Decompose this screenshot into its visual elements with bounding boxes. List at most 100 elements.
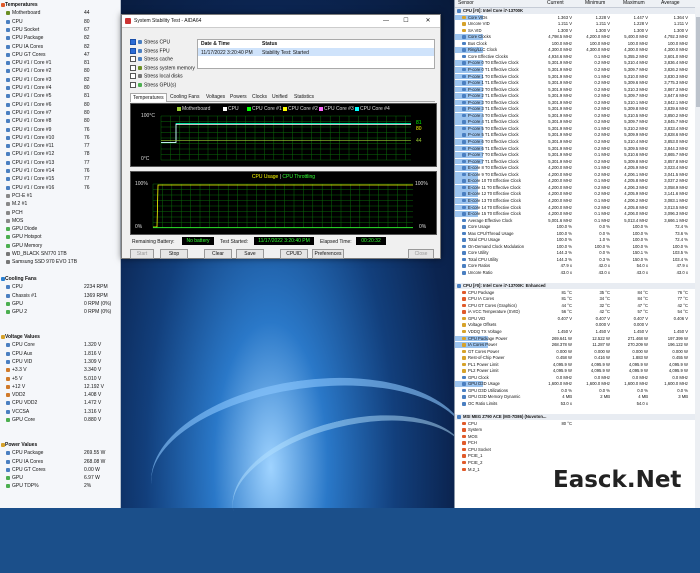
sensor-row[interactable]: M.2 #1: [0, 201, 120, 207]
sensor-row[interactable]: VCCSA 1.316 V: [0, 409, 120, 415]
sensor-row[interactable]: Total CPU Utility 144.3 % 0.3 % 150.0 % 103.…: [455, 257, 695, 263]
close-button[interactable]: Close: [408, 249, 434, 259]
sensor-row[interactable]: CPU IA Cores 82: [0, 44, 120, 50]
checkbox-checked-icon[interactable]: [130, 39, 136, 45]
sensor-row[interactable]: PCH: [0, 210, 120, 216]
tab-clocks[interactable]: Clocks: [250, 93, 269, 101]
sensor-row[interactable]: E-core 9 T0 Effective Clock 4,200.0 MHz 0.…: [455, 171, 695, 178]
sensor-row[interactable]: P-core 4 T1 Effective Clock 5,301.9 MHz 0.…: [455, 119, 695, 126]
sensor-row[interactable]: E-core 14 T0 Effective Clock 4,200.0 MHz 0…: [455, 204, 695, 211]
save-button[interactable]: Save: [236, 249, 264, 259]
sensor-row[interactable]: VDDQ TX Voltage 1.450 V 1.450 V 1.450 V 1.45…: [455, 329, 695, 335]
sensor-row[interactable]: IA Cores Power 268.378 W 11.287 W 270.209 W…: [455, 342, 695, 348]
checkbox-unchecked-icon[interactable]: [130, 81, 136, 88]
sensor-row[interactable]: CPU Package 81 °C 35 °C 84 °C 76 °C: [455, 290, 695, 296]
sensor-row[interactable]: GPU Clock 0.0 MHz 0.0 MHz 0.0 MHz 0.0 MHz: [455, 375, 695, 381]
sensor-row[interactable]: E-core 8 T0 Effective Clock 4,200.0 MHz 0.…: [455, 165, 695, 171]
scrollbar-thumb[interactable]: [696, 17, 700, 107]
sensor-row[interactable]: Core Usage 100.0 % 0.0 % 100.0 % 72.4 %: [455, 224, 695, 230]
sensor-row[interactable]: CPU VDD2 1.472 V: [0, 400, 120, 406]
sensor-row[interactable]: +5 V 5.010 V: [0, 376, 120, 382]
sensor-row[interactable]: P-core 5 T1 Effective Clock 5,301.9 MHz 0.…: [455, 132, 695, 139]
sensor-row[interactable]: PL2 Power Limit 4,095.9 W 4,095.9 W 4,095.9…: [455, 368, 695, 374]
col-sensor[interactable]: Sensor: [458, 0, 474, 7]
sensor-row[interactable]: Uncore VID 1.211 V 1.211 V 1.228 V 1.211 V: [455, 21, 695, 27]
sensor-row[interactable]: CPU #1 / Core #12 78: [0, 151, 120, 157]
sensor-row[interactable]: Total CPU Usage 100.0 % 1.0 % 100.0 % 72.4 %: [455, 237, 695, 243]
sensor-row[interactable]: Ring/LLC Clock 4,300.0 MHz 4,300.0 MHz 4,30…: [455, 47, 695, 54]
preferences-button[interactable]: Preferences: [312, 249, 344, 259]
sensor-row[interactable]: Core Effective Clocks 4,934.6 MHz 0.1 MHz 5…: [455, 54, 695, 60]
window-titlebar[interactable]: System Stability Test - AIDA64 — ☐ ✕: [122, 15, 440, 28]
sensor-row[interactable]: CPU Package Power 269.641 W 12.522 W 271.46…: [455, 335, 695, 342]
sensor-row[interactable]: Max CPU/Thread Usage 100.0 % 0.0 % 100.0 % 7…: [455, 231, 695, 237]
sensor-row[interactable]: CPU IA Cores 268.08 W: [0, 459, 120, 465]
sensor-row[interactable]: OC Ratio Limits 53.0 x 54.0 x: [455, 401, 695, 407]
sensor-row[interactable]: PCI-E #1: [0, 193, 120, 199]
checkbox-unchecked-icon[interactable]: [130, 64, 136, 71]
clear-button[interactable]: Clear: [204, 249, 232, 259]
sensor-row[interactable]: +3.3 V 3.340 V: [0, 367, 120, 373]
sensor-row[interactable]: P-core 3 T1 Effective Clock 5,301.9 MHz 0.…: [455, 106, 695, 112]
stress-option[interactable]: Stress CPU: [130, 39, 170, 46]
sensor-row[interactable]: CPU Socket: [455, 447, 695, 453]
sensor-row[interactable]: GPU D3D Usage 1,600.0 MHz 1,600.0 MHz 1,600…: [455, 381, 695, 388]
col-minimum[interactable]: Minimum: [585, 0, 605, 7]
sensor-row[interactable]: CPU #1 / Core #14 76: [0, 168, 120, 174]
sensor-row[interactable]: CPU GT Cores (Graphics) 44 °C 32 °C 47 °C 42…: [455, 303, 695, 309]
sensor-row[interactable]: CPU #1 / Core #7 80: [0, 110, 120, 116]
sensor-row[interactable]: P-core 1 T0 Effective Clock 5,301.9 MHz 0.…: [455, 73, 695, 80]
tab-voltages[interactable]: Voltages: [204, 93, 227, 101]
sensor-row[interactable]: CPU #1 / Core #9 76: [0, 127, 120, 133]
sensor-row[interactable]: Samsung SSD 970 EVO 1TB: [0, 259, 120, 265]
checkbox-unchecked-icon[interactable]: [130, 73, 136, 79]
sensor-row[interactable]: System: [455, 427, 695, 433]
maximize-button[interactable]: ☐: [398, 16, 414, 26]
start-button[interactable]: Start: [130, 249, 154, 259]
sensor-row[interactable]: CPU #1 / Core #3 82: [0, 77, 120, 83]
sensor-row[interactable]: CPU #1 / Core #5 81: [0, 93, 120, 99]
sensor-row[interactable]: MOS: [455, 434, 695, 440]
sensor-row[interactable]: Core Clocks 4,798.5 MHz 4,200.0 MHz 5,400.0…: [455, 34, 695, 40]
sensor-row[interactable]: Voltage Offsets 0.000 V 0.000 V: [455, 322, 695, 328]
sensor-row[interactable]: CPU VID 1.309 V: [0, 359, 120, 365]
stress-option[interactable]: Stress GPU(s): [130, 81, 176, 89]
stress-option[interactable]: Stress local disks: [130, 73, 183, 80]
stress-option[interactable]: Stress FPU: [130, 47, 170, 55]
sensor-row[interactable]: P-core 4 T0 Effective Clock 5,301.9 MHz 0.…: [455, 112, 695, 119]
sensor-section[interactable]: Temperatures: [0, 2, 120, 8]
checkbox-checked-icon[interactable]: [130, 47, 136, 54]
sensor-row[interactable]: CPU #1 / Core #2 80: [0, 68, 120, 74]
sensor-row[interactable]: On-Demand Clock Modulation 100.0 % 100.0 %…: [455, 244, 695, 250]
col-current[interactable]: Current: [547, 0, 564, 7]
sensor-row[interactable]: CPU IA Cores 81 °C 34 °C 84 °C 77 °C: [455, 296, 695, 302]
sensor-row[interactable]: CPU Core 1.320 V: [0, 342, 120, 348]
sensor-row[interactable]: CPU #1 / Core #4 80: [0, 85, 120, 91]
sensor-row[interactable]: GPU 2 0 RPM (0%): [0, 309, 120, 315]
sensor-row[interactable]: GPU VID 0.407 V 0.407 V 0.407 V 0.406 V: [455, 316, 695, 322]
sensor-row[interactable]: GPU D3D Memory Dynamic 4 MB 2 MB 4 MB 3 MB: [455, 394, 695, 400]
sensor-row[interactable]: iA VCC Temperature (SVID) 56 °C 42 °C 57 °C…: [455, 309, 695, 315]
sensor-row[interactable]: P-core 0 T1 Effective Clock 5,301.9 MHz 0.…: [455, 66, 695, 73]
sensor-row[interactable]: CPU 2234 RPM: [0, 284, 120, 290]
sensor-row[interactable]: CPU Aux 1.816 V: [0, 351, 120, 357]
sensor-row[interactable]: E-core 12 T0 Effective Clock 4,200.0 MHz 0…: [455, 191, 695, 198]
sensor-row[interactable]: P-core 5 T0 Effective Clock 5,301.9 MHz 0.…: [455, 125, 695, 132]
sensor-row[interactable]: CPU #1 / Core #16 76: [0, 185, 120, 191]
sensor-row[interactable]: P-core 2 T1 Effective Clock 5,301.9 MHz 0.…: [455, 93, 695, 99]
sensor-row[interactable]: Bus Clock 100.0 MHz 100.0 MHz 100.0 MHz 100.…: [455, 41, 695, 47]
sensor-row[interactable]: GPU TDP% 2%: [0, 483, 120, 489]
sensor-row[interactable]: E-core 11 T0 Effective Clock 4,200.0 MHz 0…: [455, 184, 695, 191]
sensor-row[interactable]: GPU Memory: [0, 243, 120, 249]
sensor-row[interactable]: GPU D3D Utilizations 0.0 % 0.0 % 0.0 % 0.0 %: [455, 388, 695, 394]
close-window-button[interactable]: ✕: [420, 16, 436, 26]
sensor-row[interactable]: E-core 13 T0 Effective Clock 4,200.0 MHz 0…: [455, 197, 695, 204]
tab-unified[interactable]: Unified: [270, 93, 290, 101]
sensor-row[interactable]: CPU GT Cores 0.00 W: [0, 467, 120, 473]
sensor-row[interactable]: MOS: [0, 218, 120, 224]
sensor-row[interactable]: E-core 15 T0 Effective Clock 4,200.0 MHz 0…: [455, 211, 695, 217]
checkbox-unchecked-icon[interactable]: [130, 56, 136, 62]
sensor-row[interactable]: CPU #1 / Core #8 80: [0, 118, 120, 124]
tab-cooling-fans[interactable]: Cooling Fans: [168, 93, 201, 101]
sensor-row[interactable]: P-core 2 T0 Effective Clock 5,301.9 MHz 0.…: [455, 86, 695, 93]
